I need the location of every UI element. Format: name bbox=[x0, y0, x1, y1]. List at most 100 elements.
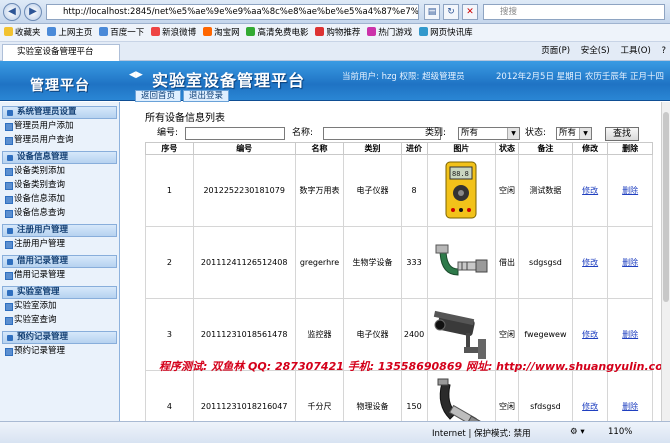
page-title: 实验室设备管理平台 bbox=[152, 71, 306, 90]
search-input[interactable]: 搜搜 bbox=[483, 4, 665, 20]
edit-link[interactable]: 修改 bbox=[582, 258, 598, 267]
sidebar-section: 系统管理员设置 管理员用户添加 管理员用户查询 bbox=[2, 106, 117, 147]
command-bar: 页面(P) 安全(S) 工具(O) ? bbox=[533, 44, 666, 59]
tools-menu[interactable]: 工具(O) bbox=[620, 46, 650, 56]
column-header: 删除 bbox=[607, 142, 653, 155]
favorite-label: 新浪微博 bbox=[162, 28, 197, 38]
equipment-image-cell: 88.8 bbox=[426, 154, 497, 227]
sidebar-item[interactable]: 设备类别添加 bbox=[2, 164, 117, 178]
equipment-price: 333 bbox=[400, 226, 428, 299]
equipment-code: 20111231018216047 bbox=[192, 370, 296, 421]
tab-title: 实验室设备管理平台 bbox=[17, 47, 94, 57]
delete-link[interactable]: 删除 bbox=[622, 402, 638, 411]
sidebar-section-header[interactable]: 实验室管理 bbox=[2, 286, 117, 299]
equipment-status: 借出 bbox=[495, 226, 519, 299]
equipment-image-cell bbox=[426, 370, 497, 421]
edit-link[interactable]: 修改 bbox=[582, 402, 598, 411]
code-input[interactable] bbox=[185, 127, 285, 140]
delete-link[interactable]: 删除 bbox=[622, 258, 638, 267]
user-info: 当前用户: hzg 权限: 超级管理员 bbox=[342, 72, 465, 82]
compat-view-icon[interactable]: ▤ bbox=[424, 4, 440, 20]
category-select[interactable]: 所有 bbox=[458, 127, 520, 140]
column-header: 名称 bbox=[294, 142, 345, 155]
delete-link[interactable]: 删除 bbox=[622, 186, 638, 195]
equipment-price: 150 bbox=[400, 370, 428, 421]
filter-bar: 编号: 名称: 类别: 所有 状态: 所有 查找 bbox=[145, 127, 653, 141]
column-header: 类别 bbox=[343, 142, 402, 155]
logout-button[interactable]: 退出登录 bbox=[183, 90, 230, 102]
equipment-name: 数字万用表 bbox=[294, 154, 345, 227]
back-arrow-icon[interactable]: ◀ bbox=[3, 3, 21, 21]
camera-image bbox=[434, 310, 487, 359]
sidebar-section: 借用记录管理 借用记录管理 bbox=[2, 255, 117, 282]
equipment-status: 空闲 bbox=[495, 154, 519, 227]
sidebar-section-header[interactable]: 借用记录管理 bbox=[2, 255, 117, 268]
sidebar-item[interactable]: 实验室添加 bbox=[2, 299, 117, 313]
favorites-button[interactable]: 收藏夹 bbox=[4, 24, 41, 41]
zoom-level[interactable]: 110% bbox=[608, 427, 632, 437]
help-menu[interactable]: ? bbox=[661, 46, 666, 56]
favorite-link[interactable]: 上网主页 bbox=[47, 24, 92, 41]
scrollbar-thumb[interactable] bbox=[663, 112, 669, 302]
status-select[interactable]: 所有 bbox=[556, 127, 592, 140]
url-input[interactable]: http://localhost:2845/net%e5%ae%9e%e9%aa… bbox=[46, 4, 419, 20]
sidebar-item[interactable]: 实验室查询 bbox=[2, 313, 117, 327]
sidebar-item[interactable]: 管理员用户查询 bbox=[2, 133, 117, 147]
status-label: 状态: bbox=[525, 128, 547, 138]
equipment-table: 序号 编号 名称 类别 进价 图片 状态 备注 修改 删除 1 20122522… bbox=[145, 142, 653, 421]
edit-link[interactable]: 修改 bbox=[582, 330, 598, 339]
sidebar-item[interactable]: 设备类别查询 bbox=[2, 178, 117, 192]
delete-link[interactable]: 删除 bbox=[622, 330, 638, 339]
table-row: 2 20111241126512408 gregerhre 生物学设备 333 … bbox=[145, 226, 653, 299]
sidebar-section: 注册用户管理 注册用户管理 bbox=[2, 224, 117, 251]
favorite-link[interactable]: 百度一下 bbox=[99, 24, 144, 41]
page-menu[interactable]: 页面(P) bbox=[541, 46, 570, 56]
favorite-link[interactable]: 淘宝网 bbox=[203, 24, 240, 41]
favorite-link[interactable]: 新浪微博 bbox=[151, 24, 197, 41]
sidebar-item[interactable]: 设备信息添加 bbox=[2, 192, 117, 206]
sidebar-section-header[interactable]: 预约记录管理 bbox=[2, 331, 117, 344]
forward-arrow-icon[interactable]: ▶ bbox=[24, 3, 42, 21]
edit-cell: 修改 bbox=[571, 370, 609, 421]
safety-menu[interactable]: 安全(S) bbox=[581, 46, 610, 56]
table-row: 1 2012252230181079 数字万用表 电子仪器 8 88.8 空闲 bbox=[145, 154, 653, 227]
sidebar-toggle-icon[interactable]: ◀▶ bbox=[129, 70, 143, 80]
security-zone: Internet | 保护模式: 禁用 bbox=[432, 429, 531, 439]
delete-cell: 删除 bbox=[607, 226, 653, 299]
vertical-scrollbar[interactable] bbox=[661, 102, 670, 421]
favorite-label: 购物推荐 bbox=[326, 28, 361, 38]
sidebar-section-header[interactable]: 注册用户管理 bbox=[2, 224, 117, 237]
svg-text:88.8: 88.8 bbox=[452, 170, 469, 178]
favorite-label: 淘宝网 bbox=[214, 28, 240, 38]
sidebar-item[interactable]: 设备信息查询 bbox=[2, 206, 117, 220]
equipment-category: 物理设备 bbox=[343, 370, 402, 421]
browser-tab[interactable]: 实验室设备管理平台 bbox=[2, 44, 120, 61]
address-bar: ◀ ▶ http://localhost:2845/net%e5%ae%9e%e… bbox=[0, 0, 670, 24]
edit-link[interactable]: 修改 bbox=[582, 186, 598, 195]
favorite-link[interactable]: 高清免费电影 bbox=[246, 24, 308, 41]
favorite-link[interactable]: 热门游戏 bbox=[367, 24, 412, 41]
stop-icon[interactable]: ✕ bbox=[462, 4, 478, 20]
sidebar-section-header[interactable]: 系统管理员设置 bbox=[2, 106, 117, 119]
sidebar-item[interactable]: 预约记录管理 bbox=[2, 344, 117, 358]
tab-bar: 实验室设备管理平台 页面(P) 安全(S) 工具(O) ? bbox=[0, 42, 670, 61]
delete-cell: 删除 bbox=[607, 154, 653, 227]
equipment-name: gregerhre bbox=[294, 226, 345, 299]
sidebar-item[interactable]: 管理员用户添加 bbox=[2, 119, 117, 133]
name-input[interactable] bbox=[323, 127, 441, 140]
favorites-label: 收藏夹 bbox=[15, 28, 41, 38]
sidebar-item[interactable]: 注册用户管理 bbox=[2, 237, 117, 251]
refresh-icon[interactable]: ↻ bbox=[443, 4, 459, 20]
list-title: 所有设备信息列表 bbox=[145, 113, 225, 124]
sidebar-section-header[interactable]: 设备信息管理 bbox=[2, 151, 117, 164]
sidebar-item[interactable]: 借用记录管理 bbox=[2, 268, 117, 282]
column-header: 进价 bbox=[400, 142, 428, 155]
find-button[interactable]: 查找 bbox=[605, 127, 639, 141]
row-number: 1 bbox=[145, 154, 194, 227]
favorite-link[interactable]: 购物推荐 bbox=[315, 24, 361, 41]
protected-mode-icon[interactable]: ⚙ ▾ bbox=[570, 427, 585, 437]
sidebar-section: 设备信息管理 设备类别添加 设备类别查询 设备信息添加 设备信息查询 bbox=[2, 151, 117, 220]
back-home-button[interactable]: 返回首页 bbox=[135, 90, 182, 102]
column-header: 状态 bbox=[495, 142, 519, 155]
favorite-link[interactable]: 网页快讯库 bbox=[419, 24, 473, 41]
